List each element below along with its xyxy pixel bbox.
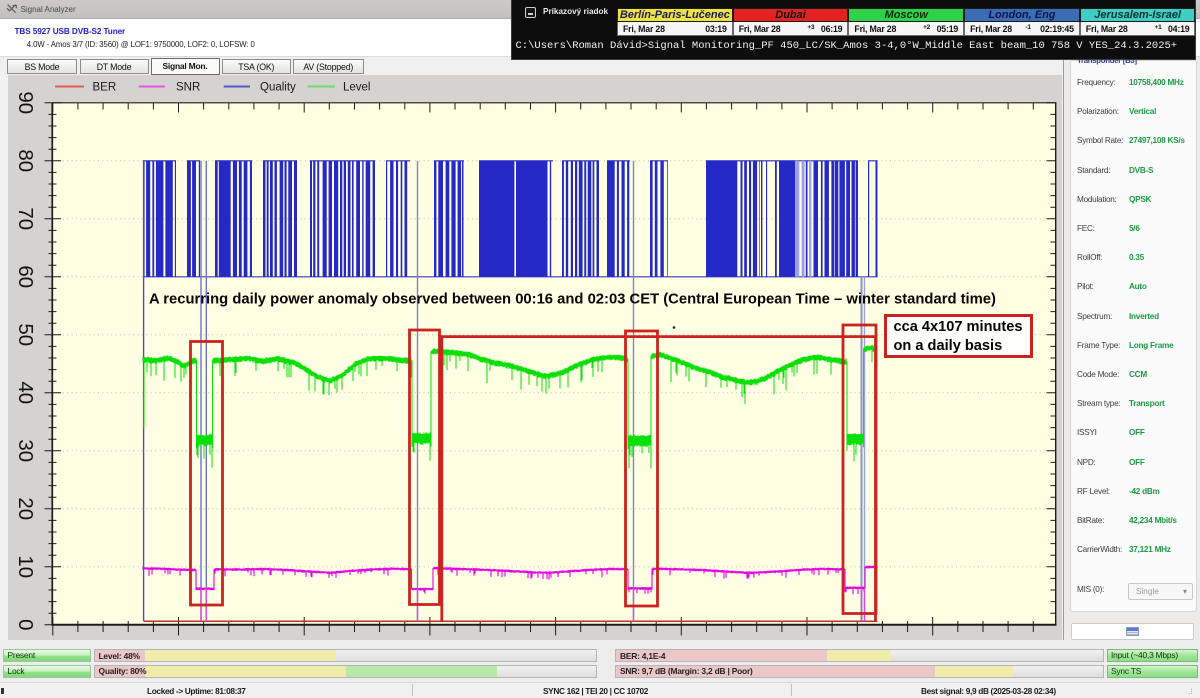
svg-text:SNR: SNR <box>176 82 200 94</box>
svg-text:0: 0 <box>14 619 37 630</box>
svg-text:60: 60 <box>14 265 37 288</box>
svg-text:70: 70 <box>14 207 37 230</box>
svg-text:Quality: Quality <box>260 82 296 94</box>
svg-text:10: 10 <box>14 555 37 578</box>
svg-text:cca 4x107 minutes: cca 4x107 minutes <box>894 319 1023 335</box>
svg-text:on a daily basis: on a daily basis <box>894 338 1003 354</box>
svg-text:A recurring daily power anomal: A recurring daily power anomaly observed… <box>149 292 996 308</box>
svg-text:BER: BER <box>93 82 117 94</box>
svg-text:90: 90 <box>14 91 37 114</box>
svg-text:40: 40 <box>14 381 37 404</box>
svg-text:Level: Level <box>343 82 371 94</box>
svg-text:50: 50 <box>14 323 37 346</box>
svg-text:80: 80 <box>14 149 37 172</box>
svg-text:20: 20 <box>14 497 37 520</box>
svg-text:30: 30 <box>14 439 37 462</box>
